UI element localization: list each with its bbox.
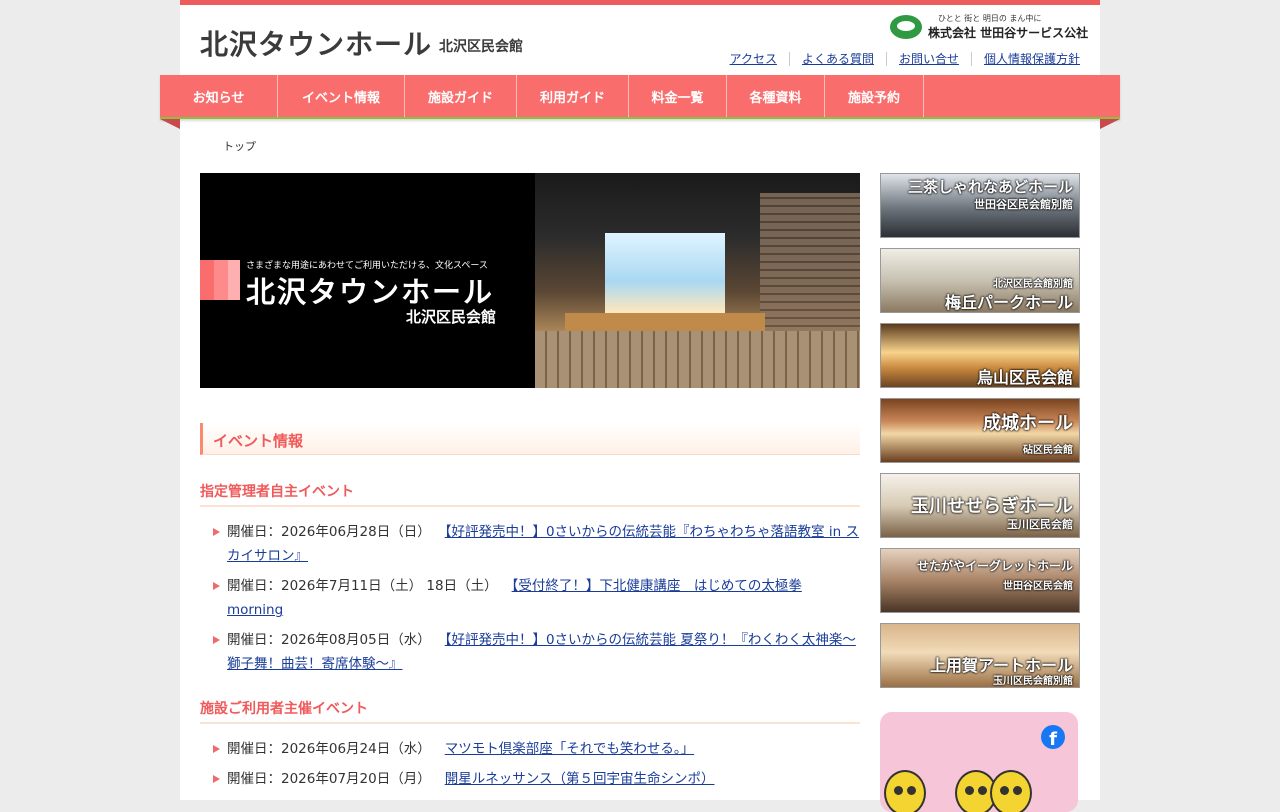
user-events-heading: 施設ご利用者主催イベント	[200, 698, 860, 724]
nav-item-reservation[interactable]: 施設予約	[825, 75, 924, 117]
managed-events-list: 開催日：2026年06月28日（日） 【好評発売中！】0さいからの伝統芸能『わちゃ…	[210, 520, 860, 682]
banner-egret-hall[interactable]: せたがやイーグレットホール 世田谷区民会館	[880, 548, 1080, 613]
event-link[interactable]: 開星ルネッサンス（第５回宇宙生命シンポ）	[445, 771, 715, 787]
nav-item-fees[interactable]: 料金一覧	[629, 75, 727, 117]
global-nav: お知らせ イベント情報 施設ガイド 利用ガイド 料金一覧 各種資料 施設予約	[160, 75, 1120, 119]
hero-banner: さまざまな用途にあわせてご利用いただける、文化スペース 北沢タウンホール 北沢区…	[200, 173, 860, 388]
site-title[interactable]: 北沢タウンホール	[200, 23, 432, 63]
event-link[interactable]: マツモト倶楽部座「それでも笑わせる。」	[445, 741, 694, 757]
breadcrumb[interactable]: トップ	[223, 138, 256, 154]
hero-hall-photo	[535, 173, 860, 388]
nav-item-documents[interactable]: 各種資料	[727, 75, 825, 117]
banner-subtitle: 世田谷区民会館	[1003, 581, 1073, 592]
contact-link[interactable]: お問い合せ	[885, 52, 971, 66]
nav-item-news[interactable]: お知らせ	[160, 75, 278, 117]
banner-title: 成城ホール	[983, 413, 1073, 434]
banner-seijo-hall[interactable]: 成城ホール 砧区民会館	[880, 398, 1080, 463]
banner-subtitle: 玉川区民会館別館	[993, 676, 1073, 687]
privacy-link[interactable]: 個人情報保護方針	[970, 52, 1080, 66]
banner-sancha-hall[interactable]: 三茶しゃれなあどホール 世田谷区民会館別館	[880, 173, 1080, 238]
banner-title: 玉川せせらぎホール	[911, 496, 1073, 517]
list-item: 開催日：2026年06月24日（水） マツモト倶楽部座「それでも笑わせる。」	[210, 737, 860, 761]
nav-fold-right	[1100, 119, 1120, 129]
facebook-icon[interactable]: f	[1041, 725, 1065, 749]
top-links: アクセス よくある質問 お問い合せ 個人情報保護方針	[718, 52, 1080, 66]
event-date: 開催日：2026年07月20日（月）	[227, 771, 431, 787]
hero-title: 北沢タウンホール	[246, 275, 495, 309]
hero-color-swatch	[200, 260, 240, 300]
list-item: 開催日：2026年07月20日（月） 開星ルネッサンス（第５回宇宙生命シンポ）	[210, 767, 860, 791]
banner-title: 烏山区民会館	[976, 368, 1073, 387]
events-heading-text: イベント情報	[213, 432, 304, 450]
banner-tamagawa-hall[interactable]: 玉川せせらぎホール 玉川区民会館	[880, 473, 1080, 538]
facility-banners: 三茶しゃれなあどホール 世田谷区民会館別館 北沢区民会館別館 梅丘パークホール …	[880, 173, 1080, 698]
managed-events-heading: 指定管理者自主イベント	[200, 481, 860, 507]
hero-wall	[760, 193, 860, 333]
corp-tagline: ひとと 街と 明日の まん中に	[938, 14, 1042, 23]
hero-screen	[605, 233, 725, 313]
list-item: 開催日：2026年06月28日（日） 【好評発売中！】0さいからの伝統芸能『わちゃ…	[210, 520, 860, 568]
nav-item-facility-guide[interactable]: 施設ガイド	[405, 75, 517, 117]
faq-link[interactable]: よくある質問	[788, 52, 886, 66]
nav-fold-left	[160, 119, 180, 129]
corp-logo[interactable]: ひとと 街と 明日の まん中に 株式会社 世田谷サービス公社	[890, 13, 1088, 43]
corp-logo-icon	[890, 15, 922, 39]
mascot-left	[884, 770, 926, 812]
banner-title: 梅丘パークホール	[944, 293, 1073, 312]
banner-title: せたがやイーグレットホール	[916, 559, 1073, 573]
banner-subtitle: 玉川区民会館	[1007, 518, 1073, 531]
hero-stage	[565, 313, 765, 333]
event-date: 開催日：2026年08月05日（水）	[227, 632, 431, 648]
hero-seats	[535, 331, 860, 388]
banner-subtitle: 砧区民会館	[1023, 445, 1073, 456]
mascot-right	[990, 770, 1032, 812]
event-date: 開催日：2026年06月24日（水）	[227, 741, 431, 757]
events-heading: イベント情報	[200, 423, 860, 455]
nav-item-usage-guide[interactable]: 利用ガイド	[517, 75, 629, 117]
list-item: 開催日：2026年7月11日（土） 18日（土） 【受付終了！】下北健康講座 はじ…	[210, 574, 860, 622]
banner-subtitle: 北沢区民会館別館	[993, 279, 1073, 290]
banner-karasuyama-hall[interactable]: 烏山区民会館	[880, 323, 1080, 388]
event-date: 開催日：2026年06月28日（日）	[227, 524, 431, 540]
corp-name: 株式会社 世田谷サービス公社	[928, 26, 1089, 40]
facebook-box[interactable]: f	[880, 712, 1078, 812]
site-subtitle: 北沢区民会館	[439, 39, 523, 55]
banner-umegaoka-hall[interactable]: 北沢区民会館別館 梅丘パークホール	[880, 248, 1080, 313]
banner-title: 三茶しゃれなあどホール	[907, 178, 1073, 196]
hero-subtitle: 北沢区民会館	[406, 308, 497, 326]
access-link[interactable]: アクセス	[718, 52, 789, 66]
nav-item-events[interactable]: イベント情報	[278, 75, 405, 117]
banner-kamiyoga-hall[interactable]: 上用賀アートホール 玉川区民会館別館	[880, 623, 1080, 688]
banner-subtitle: 世田谷区民会館別館	[974, 198, 1073, 211]
user-events-list: 開催日：2026年06月24日（水） マツモト倶楽部座「それでも笑わせる。」 開催…	[210, 737, 860, 797]
list-item: 開催日：2026年08月05日（水） 【好評発売中！】0さいからの伝統芸能 夏祭り…	[210, 628, 860, 676]
event-date: 開催日：2026年7月11日（土） 18日（土）	[227, 578, 498, 594]
